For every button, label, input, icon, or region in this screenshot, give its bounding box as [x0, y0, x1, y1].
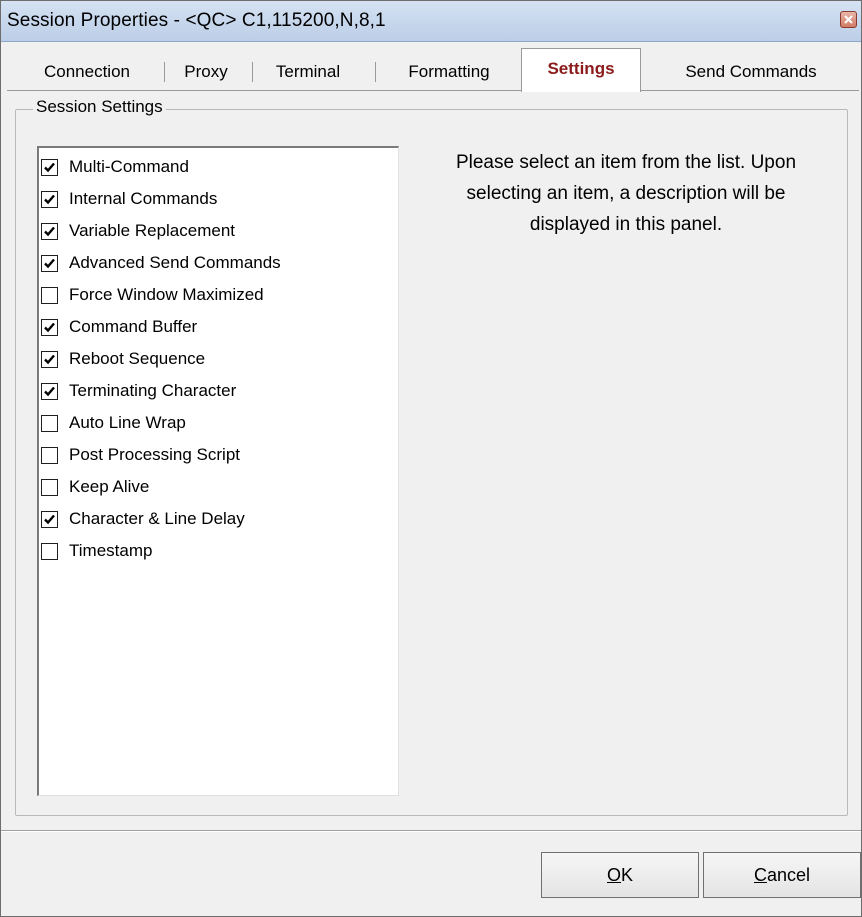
checkmark-icon [44, 194, 55, 205]
ok-mnemonic: O [606, 865, 621, 885]
group-label: Session Settings [33, 97, 166, 117]
checkmark-icon [44, 162, 55, 173]
checkbox[interactable] [41, 191, 58, 208]
checkbox[interactable] [41, 223, 58, 240]
list-item-character-line-delay[interactable]: Character & Line Delay [41, 508, 391, 534]
close-button[interactable] [840, 11, 857, 28]
checkmark-icon [44, 386, 55, 397]
tab-separator [252, 62, 253, 82]
list-item-label: Terminating Character [69, 381, 237, 400]
tab-settings[interactable]: Settings [521, 48, 641, 92]
list-item-label: Timestamp [69, 541, 153, 560]
cancel-button[interactable]: Cancel [703, 852, 861, 898]
checkbox[interactable] [41, 159, 58, 176]
list-item-reboot-sequence[interactable]: Reboot Sequence [41, 348, 391, 374]
list-item-label: Internal Commands [69, 189, 218, 208]
tab-proxy[interactable]: Proxy [172, 52, 240, 90]
list-item-label: Force Window Maximized [69, 285, 264, 304]
checkmark-icon [44, 258, 55, 269]
checkbox[interactable] [41, 447, 58, 464]
list-item-keep-alive[interactable]: Keep Alive [41, 476, 391, 502]
list-item-advanced-send-commands[interactable]: Advanced Send Commands [41, 252, 391, 278]
checkbox[interactable] [41, 287, 58, 304]
ok-label-rest: K [621, 865, 634, 885]
list-item-label: Advanced Send Commands [69, 253, 281, 272]
tab-terminal[interactable]: Terminal [258, 52, 358, 90]
checkmark-icon [44, 354, 55, 365]
list-item-variable-replacement[interactable]: Variable Replacement [41, 220, 391, 246]
ok-button[interactable]: OK [541, 852, 699, 898]
checkbox[interactable] [41, 255, 58, 272]
tab-formatting[interactable]: Formatting [389, 52, 509, 90]
list-item-label: Post Processing Script [69, 445, 241, 464]
list-item-label: Keep Alive [69, 477, 150, 496]
checkbox[interactable] [41, 543, 58, 560]
checkmark-icon [44, 322, 55, 333]
checkbox[interactable] [41, 479, 58, 496]
checkmark-icon [44, 514, 55, 525]
list-item-auto-line-wrap[interactable]: Auto Line Wrap [41, 412, 391, 438]
tab-send-commands[interactable]: Send Commands [661, 52, 841, 90]
checkbox[interactable] [41, 383, 58, 400]
checkbox[interactable] [41, 351, 58, 368]
checkbox[interactable] [41, 511, 58, 528]
list-item-internal-commands[interactable]: Internal Commands [41, 188, 391, 214]
checkbox[interactable] [41, 319, 58, 336]
list-item-label: Command Buffer [69, 317, 198, 336]
checkbox[interactable] [41, 415, 58, 432]
list-item-label: Variable Replacement [69, 221, 235, 240]
tab-strip: Connection Proxy Terminal Formatting Set… [1, 42, 861, 92]
tab-connection[interactable]: Connection [23, 52, 151, 90]
list-item-label: Auto Line Wrap [69, 413, 186, 432]
list-item-multi-command[interactable]: Multi-Command [41, 156, 391, 182]
list-item-terminating-character[interactable]: Terminating Character [41, 380, 391, 406]
settings-listbox[interactable]: Multi-Command Internal Commands Variable… [37, 146, 399, 796]
checkmark-icon [44, 226, 55, 237]
footer-divider [1, 830, 861, 832]
description-panel: Please select an item from the list. Upo… [455, 152, 797, 235]
list-item-post-processing-script[interactable]: Post Processing Script [41, 444, 391, 470]
list-item-command-buffer[interactable]: Command Buffer [41, 316, 391, 342]
list-item-label: Multi-Command [69, 157, 189, 176]
window-title: Session Properties - <QC> C1,115200,N,8,… [7, 10, 386, 31]
list-item-force-window-maximized[interactable]: Force Window Maximized [41, 284, 391, 310]
cancel-label-rest: ancel [766, 865, 811, 885]
cancel-mnemonic: C [753, 865, 767, 885]
list-item-label: Character & Line Delay [69, 509, 245, 528]
tab-separator [164, 62, 165, 82]
list-item-label: Reboot Sequence [69, 349, 206, 368]
tab-separator [375, 62, 376, 82]
list-item-timestamp[interactable]: Timestamp [41, 540, 391, 566]
session-properties-dialog: Session Properties - <QC> C1,115200,N,8,… [0, 0, 862, 917]
close-icon [844, 15, 853, 24]
title-bar[interactable]: Session Properties - <QC> C1,115200,N,8,… [1, 1, 861, 42]
